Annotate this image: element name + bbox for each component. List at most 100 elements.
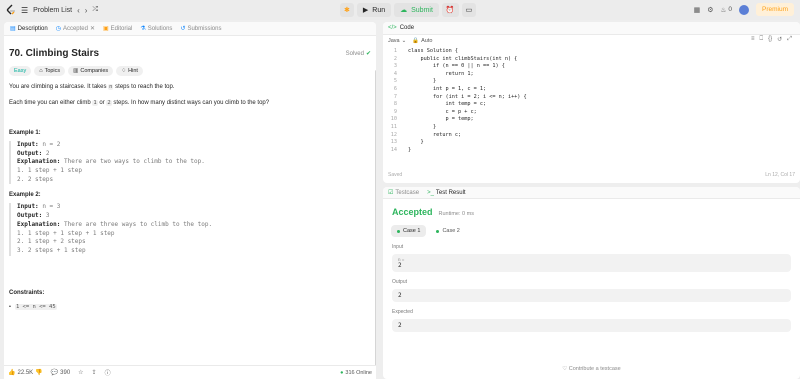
constraint-code: 1 <= n <= 45 <box>14 303 57 310</box>
explanation-label: Explanation: <box>17 220 61 228</box>
example-2-box: Input: n = 3 Output: 3 Explanation: Ther… <box>9 203 371 256</box>
lightbulb-icon: ♢ <box>121 68 127 74</box>
debug-button[interactable]: ✱ <box>340 3 354 17</box>
code-line: p = temp; <box>408 116 474 123</box>
book-icon: ▣ <box>103 26 109 32</box>
code-line: return 1; <box>408 70 474 77</box>
output-value: 2 <box>398 292 402 299</box>
checkbox-icon: ☑ <box>388 190 394 196</box>
code-line: for (int i = 2; i <= n; i++) { <box>408 93 527 100</box>
expected-value: 2 <box>398 322 402 329</box>
line-number: 13 <box>390 139 397 146</box>
timer-button[interactable]: ⏰ <box>441 3 459 17</box>
comments-button[interactable]: 💬 390 <box>50 369 71 377</box>
doc-icon: ▤ <box>10 26 16 32</box>
p2-or-text: or <box>99 100 105 106</box>
heart-icon: ♡ <box>562 366 568 372</box>
line-number: 2 <box>393 55 397 62</box>
constraint-item: • 1 <= n <= 45 <box>9 303 371 310</box>
explanation-text: There are three ways to climb to the top… <box>63 220 213 228</box>
avatar[interactable] <box>738 4 749 15</box>
notes-button[interactable]: ▭ <box>461 3 477 17</box>
contribute-testcase-link[interactable]: ♡ Contribute a testcase <box>383 366 800 372</box>
notification-count: 0 <box>728 6 732 13</box>
hint-badge[interactable]: ♢ Hint <box>116 66 143 76</box>
like-count: 22.5K <box>17 369 34 376</box>
code-line: } <box>408 124 437 130</box>
layout-icon[interactable]: ▦ <box>694 6 701 14</box>
list-icon[interactable]: ☰ <box>21 6 28 15</box>
like-button[interactable]: 👍 22.5K 👎 <box>8 369 43 377</box>
shuffle-icon[interactable]: ⤮ <box>92 6 98 14</box>
p1a-text: You are climbing a staircase. It takes <box>9 84 107 90</box>
auto-mode[interactable]: 🔒 Auto <box>412 38 432 44</box>
language-select[interactable]: Java ⌄ <box>388 38 406 44</box>
tab-editorial-label: Editorial <box>110 25 133 32</box>
code-line: if (n == 0 || n == 1) { <box>408 63 505 70</box>
case-1-tab[interactable]: Case 1 <box>391 225 427 237</box>
tab-testcase[interactable]: ☑ Testcase <box>388 189 419 197</box>
bug-icon: ✱ <box>344 7 350 14</box>
example-2-line: 3. 2 steps + 1 step <box>17 246 86 254</box>
constraints-title: Constraints: <box>9 289 45 296</box>
companies-badge[interactable]: ▥ Companies <box>68 66 114 76</box>
tab-editorial[interactable]: ▣ Editorial <box>103 25 133 33</box>
expand-icon[interactable]: ⤢ <box>787 36 792 43</box>
chevron-left-icon[interactable]: ‹ <box>77 6 80 15</box>
format-icon[interactable]: ≡ <box>751 36 755 43</box>
star-icon[interactable]: ☆ <box>78 369 83 376</box>
problem-title[interactable]: 70. Climbing Stairs <box>9 48 99 59</box>
comment-icon: 💬 <box>50 370 59 376</box>
run-button[interactable]: ▶ Run <box>356 3 392 17</box>
premium-button[interactable]: Premium <box>755 3 794 16</box>
chevron-down-icon: ⌄ <box>401 37 407 44</box>
example-1-line: 1. 1 step + 1 step <box>17 167 83 175</box>
share-icon[interactable]: ⇪ <box>92 369 97 376</box>
history-icon: ◷ <box>55 26 61 32</box>
notification-button[interactable]: ♨ 0 <box>721 6 732 14</box>
alarm-icon: ⏰ <box>445 7 455 14</box>
tab-solutions[interactable]: ⚗ Solutions <box>140 25 172 33</box>
tab-submissions[interactable]: ↺ Submissions <box>180 25 221 33</box>
description-scrollbar[interactable] <box>375 70 376 379</box>
result-status: Accepted <box>392 207 433 217</box>
help-icon[interactable]: ⓘ <box>105 368 111 377</box>
bullet-icon: • <box>9 303 11 310</box>
braces-icon[interactable]: {} <box>768 36 772 43</box>
code-header: </> Code <box>383 22 800 35</box>
example-1-line: 2. 2 steps <box>17 175 54 183</box>
chevron-right-icon[interactable]: › <box>85 6 88 15</box>
expected-box: 2 <box>392 319 791 332</box>
reset-icon[interactable]: ↺ <box>777 36 782 43</box>
p2a-text: Each time you can either climb <box>9 100 91 106</box>
case-2-tab[interactable]: Case 2 <box>430 225 465 237</box>
saved-status: Saved <box>388 172 403 178</box>
topics-badge[interactable]: ⌂ Topics <box>34 66 66 76</box>
history-icon: ↺ <box>180 26 186 32</box>
tab-test-result[interactable]: >_ Test Result <box>427 190 466 196</box>
input-value: n = 2 <box>42 141 61 148</box>
example-1-box: Input: n = 2 Output: 2 Explanation: Ther… <box>9 141 371 185</box>
tab-description[interactable]: ▤ Description <box>10 25 48 33</box>
output-box: 2 <box>392 289 791 302</box>
code-line: } <box>408 139 424 146</box>
building-icon: ▥ <box>73 68 79 74</box>
settings-icon[interactable]: ⚙ <box>707 6 713 14</box>
example-1-title: Example 1: <box>9 130 41 136</box>
result-panel: ☑ Testcase >_ Test Result Accepted Runtime… <box>383 187 800 379</box>
submit-button[interactable]: ☁ Submit <box>394 3 439 17</box>
close-icon[interactable]: ✕ <box>90 25 95 32</box>
bookmark-icon[interactable]: ⎕ <box>760 36 764 43</box>
companies-label: Companies <box>80 68 109 74</box>
code-icon: </> <box>388 25 397 31</box>
runtime-text: Runtime: 0 ms <box>438 211 474 217</box>
leetcode-logo[interactable] <box>6 4 16 16</box>
description-panel: ▤ Description ◷ Accepted ✕ ▣ Editorial ⚗ Solu… <box>4 22 376 379</box>
fire-icon: ♨ <box>720 6 727 14</box>
code-footer: Saved Ln 12, Col 17 <box>388 172 795 178</box>
tab-accepted[interactable]: ◷ Accepted ✕ <box>55 25 95 33</box>
problem-list-link[interactable]: Problem List <box>33 7 72 14</box>
solved-label: Solved <box>345 50 364 57</box>
description-paragraph-1: You are climbing a staircase. It takes n… <box>9 83 371 92</box>
thumbs-down-icon[interactable]: 👎 <box>35 369 42 376</box>
